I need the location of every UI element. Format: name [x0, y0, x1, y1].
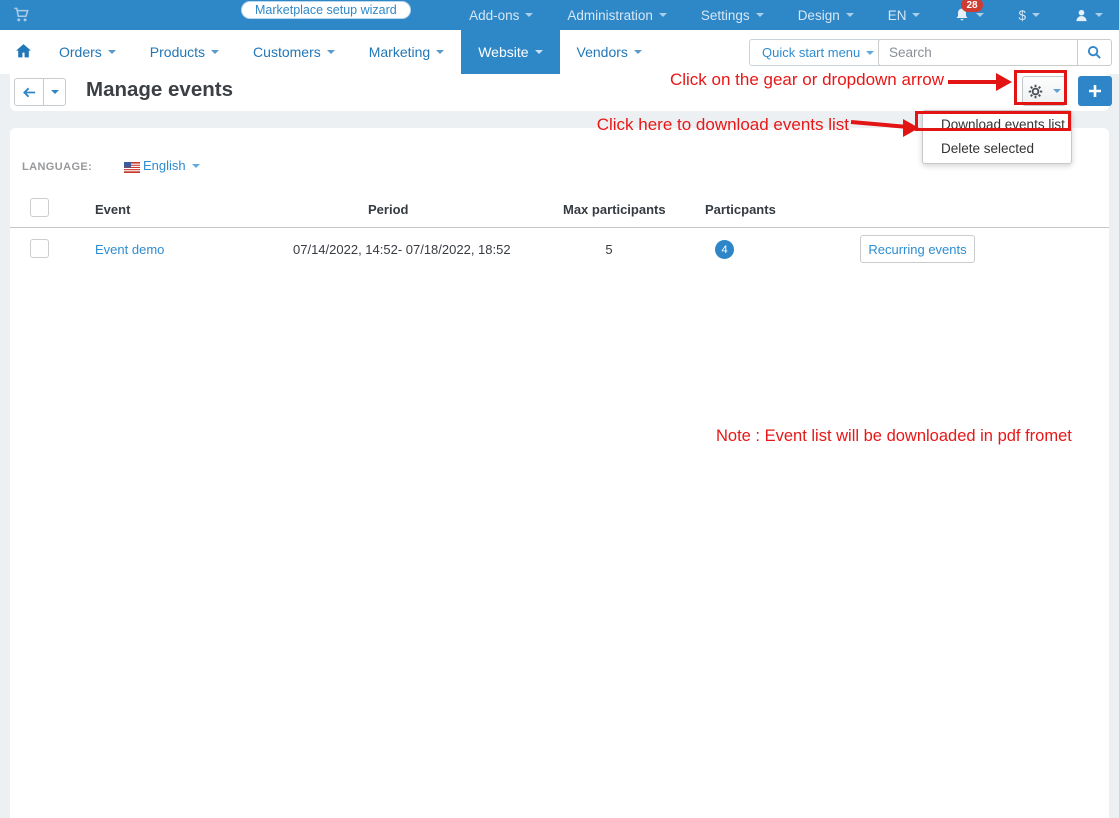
topbar-item-design[interactable]: Design — [798, 8, 854, 23]
notifications-menu[interactable]: 28 — [954, 7, 984, 23]
language-label: LANGUAGE: — [22, 161, 92, 173]
add-event-button[interactable] — [1078, 76, 1112, 106]
annotation-gear: Click on the gear or dropdown arrow — [670, 70, 944, 90]
chevron-down-icon — [976, 13, 984, 17]
nav-item-label: Products — [150, 44, 205, 60]
marketplace-setup-wizard-button[interactable]: Marketplace setup wizard — [241, 1, 411, 19]
annotation-arrowhead — [996, 73, 1012, 91]
gear-dropdown-menu: Download events list Delete selected — [922, 110, 1072, 164]
column-header-participants: Particpants — [705, 202, 776, 217]
search-group — [878, 39, 1112, 66]
chevron-down-icon — [51, 90, 59, 94]
arrow-left-icon — [22, 86, 37, 99]
chevron-down-icon — [525, 13, 533, 17]
select-all-checkbox[interactable] — [30, 198, 49, 217]
row-checkbox[interactable] — [30, 239, 49, 258]
main-navbar: Orders Products Customers Marketing Webs… — [0, 30, 1119, 74]
chevron-down-icon — [535, 50, 543, 54]
quick-start-menu-button[interactable]: Quick start menu — [749, 39, 887, 66]
search-input[interactable] — [878, 39, 1078, 66]
nav-item-website[interactable]: Website — [461, 30, 559, 74]
chevron-down-icon — [846, 13, 854, 17]
nav-items: Orders Products Customers Marketing Webs… — [42, 30, 659, 74]
topbar-item-label: Add-ons — [469, 8, 519, 23]
table-header-divider — [10, 227, 1109, 228]
notification-badge: 28 — [961, 0, 982, 12]
chevron-down-icon — [108, 50, 116, 54]
chevron-down-icon — [436, 50, 444, 54]
topbar-item-addons[interactable]: Add-ons — [469, 8, 533, 23]
menu-item-delete-selected[interactable]: Delete selected — [923, 137, 1071, 161]
chevron-down-icon — [1095, 13, 1103, 17]
chevron-down-icon — [659, 13, 667, 17]
currency-selector[interactable]: $ — [1018, 8, 1040, 23]
menu-item-download-events-list[interactable]: Download events list — [923, 113, 1071, 137]
chevron-down-icon — [756, 13, 764, 17]
annotation-arrowhead — [903, 119, 919, 137]
chevron-down-icon — [1032, 13, 1040, 17]
annotation-download: Click here to download events list — [597, 115, 849, 135]
page-header: Manage events — [10, 74, 1109, 111]
chevron-down-icon — [192, 164, 200, 168]
chevron-down-icon — [634, 50, 642, 54]
cart-icon[interactable] — [12, 5, 34, 25]
chevron-down-icon — [327, 50, 335, 54]
nav-item-products[interactable]: Products — [133, 30, 236, 74]
search-icon — [1087, 45, 1102, 60]
event-max-participants: 5 — [563, 242, 655, 257]
chevron-down-icon — [211, 50, 219, 54]
language-selector[interactable]: EN — [888, 8, 921, 23]
back-dropdown-button[interactable] — [43, 78, 66, 106]
gear-icon — [1028, 84, 1043, 99]
language-value: English — [143, 158, 186, 173]
back-button[interactable] — [14, 78, 44, 106]
event-link[interactable]: Event demo — [95, 242, 164, 257]
column-header-period: Period — [368, 202, 408, 217]
nav-item-label: Marketing — [369, 44, 430, 60]
content-panel: LANGUAGE: English Event Period Max parti… — [10, 128, 1109, 818]
user-icon — [1074, 8, 1089, 23]
nav-item-customers[interactable]: Customers — [236, 30, 352, 74]
chevron-down-icon — [866, 51, 874, 55]
nav-item-label: Customers — [253, 44, 321, 60]
back-button-group — [14, 78, 66, 106]
nav-item-orders[interactable]: Orders — [42, 30, 133, 74]
topbar-item-label: Design — [798, 8, 840, 23]
topbar-item-label: EN — [888, 8, 907, 23]
participants-count-badge[interactable]: 4 — [715, 240, 734, 259]
nav-item-marketing[interactable]: Marketing — [352, 30, 461, 74]
language-dropdown[interactable]: English — [143, 158, 200, 173]
currency-symbol: $ — [1018, 8, 1026, 23]
topbar-menu: Add-ons Administration Settings Design E… — [469, 0, 1103, 30]
annotation-note: Note : Event list will be downloaded in … — [716, 427, 1072, 446]
gear-dropdown-button[interactable] — [1022, 76, 1066, 106]
topbar-item-label: Settings — [701, 8, 750, 23]
recurring-events-button[interactable]: Recurring events — [860, 235, 975, 263]
user-menu[interactable] — [1074, 8, 1103, 23]
chevron-down-icon — [912, 13, 920, 17]
plus-icon — [1088, 84, 1102, 98]
nav-item-label: Orders — [59, 44, 102, 60]
column-header-event: Event — [95, 202, 130, 217]
column-header-max-participants: Max participants — [563, 202, 666, 217]
annotation-arrow — [948, 80, 998, 84]
chevron-down-icon — [1053, 89, 1061, 93]
topbar-item-settings[interactable]: Settings — [701, 8, 764, 23]
page-title: Manage events — [86, 78, 233, 102]
us-flag-icon — [124, 160, 140, 178]
event-period: 07/14/2022, 14:52- 07/18/2022, 18:52 — [293, 242, 511, 257]
nav-item-vendors[interactable]: Vendors — [560, 30, 659, 74]
nav-item-label: Vendors — [577, 44, 628, 60]
nav-item-label: Website — [478, 44, 528, 60]
topbar: Marketplace setup wizard Add-ons Adminis… — [0, 0, 1119, 30]
quick-start-label: Quick start menu — [762, 45, 860, 60]
admin-page: Marketplace setup wizard Add-ons Adminis… — [0, 0, 1119, 818]
topbar-item-label: Administration — [567, 8, 653, 23]
search-button[interactable] — [1078, 39, 1112, 66]
topbar-item-administration[interactable]: Administration — [567, 8, 667, 23]
home-icon[interactable] — [15, 43, 32, 64]
